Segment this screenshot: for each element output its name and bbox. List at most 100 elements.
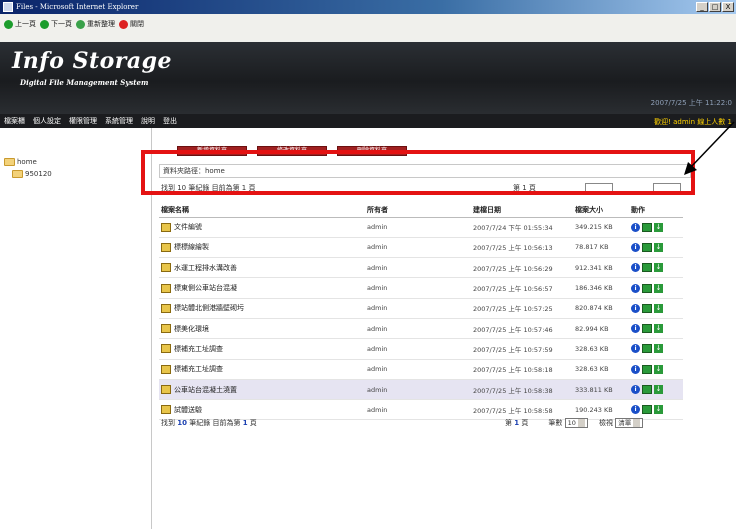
close-icon: [119, 19, 128, 29]
file-name-cell[interactable]: 試體送驗: [159, 399, 365, 421]
col-created-date[interactable]: 建檔日期: [471, 203, 573, 218]
table-row[interactable]: 標標線繪製 admin 2007/7/25 上午 10:56:13 78.817 KB…: [159, 237, 683, 259]
table-row[interactable]: 文件編號 admin 2007/7/24 下午 01:55:34 349.215 KB…: [159, 217, 683, 238]
table-row[interactable]: 標補充工址調查 admin 2007/7/25 上午 10:57:59 328.63 …: [159, 338, 683, 360]
tree-item-home[interactable]: home: [4, 158, 37, 166]
col-owner[interactable]: 所有者: [365, 203, 471, 218]
back-arrow-icon: [4, 19, 13, 29]
nav-file-cabinet[interactable]: 檔案櫃: [4, 116, 25, 126]
owner-cell: admin: [365, 298, 471, 319]
file-link[interactable]: 文件編號: [161, 222, 365, 232]
file-link[interactable]: 標東側公車站台混凝: [161, 283, 365, 293]
edit-icon[interactable]: [642, 242, 652, 252]
download-icon[interactable]: ↓: [654, 263, 663, 273]
table-row[interactable]: 標美化環境 admin 2007/7/25 上午 10:57:46 82.994 KB…: [159, 318, 683, 340]
table-row[interactable]: 水運工程排水溝改善 admin 2007/7/25 上午 10:56:29 912.3…: [159, 257, 683, 279]
download-icon[interactable]: ↓: [654, 385, 663, 395]
info-icon[interactable]: i: [631, 222, 640, 232]
download-icon[interactable]: ↓: [654, 344, 663, 354]
pager-right-page[interactable]: 1: [514, 419, 519, 427]
minimize-button[interactable]: _: [696, 2, 708, 12]
info-icon[interactable]: i: [631, 405, 640, 415]
owner-cell: admin: [365, 359, 471, 380]
file-name-cell[interactable]: 標補充工址調查: [159, 359, 365, 380]
file-name: 標補充工址調查: [174, 344, 223, 353]
view-mode-label: 檢視: [599, 419, 614, 427]
file-icon: [161, 303, 171, 313]
nav-logout[interactable]: 登出: [163, 116, 177, 126]
file-icon: [161, 364, 171, 374]
file-name-cell[interactable]: 文件編號: [159, 217, 365, 238]
file-icon: [161, 242, 171, 252]
close-window-button[interactable]: X: [722, 2, 734, 12]
info-icon[interactable]: i: [631, 385, 640, 395]
table-row[interactable]: 試體送驗 admin 2007/7/25 上午 10:58:58 190.243 KB…: [159, 399, 683, 421]
file-link[interactable]: 公車站台混凝土澆置: [161, 385, 365, 395]
info-icon[interactable]: i: [631, 324, 640, 334]
pager-bottom-summary: 找到 10 筆紀錄 目前為第 1 頁: [161, 418, 257, 428]
info-icon[interactable]: i: [631, 364, 640, 374]
download-icon[interactable]: ↓: [654, 364, 663, 374]
file-link[interactable]: 水運工程排水溝改善: [161, 263, 365, 273]
file-name-cell[interactable]: 標補充工址調查: [159, 338, 365, 360]
file-name-cell[interactable]: 標美化環境: [159, 318, 365, 340]
info-icon[interactable]: i: [631, 283, 640, 293]
nav-help[interactable]: 說明: [141, 116, 155, 126]
edit-icon[interactable]: [642, 385, 652, 395]
edit-icon[interactable]: [642, 263, 652, 273]
edit-icon[interactable]: [642, 283, 652, 293]
file-name-cell[interactable]: 標東側公車站台混凝: [159, 277, 365, 299]
pager-right-prefix: 第: [505, 419, 512, 427]
tree-item-950120[interactable]: 950120: [12, 170, 52, 178]
info-icon[interactable]: i: [631, 303, 640, 313]
download-icon[interactable]: ↓: [654, 303, 663, 313]
actions-cell: i ↓: [629, 359, 683, 380]
file-link[interactable]: 標補充工址調查: [161, 364, 365, 374]
file-name-cell[interactable]: 標站體北側港牆壁砌圬: [159, 298, 365, 319]
file-link[interactable]: 標美化環境: [161, 324, 365, 334]
date-cell: 2007/7/25 上午 10:56:57: [471, 277, 573, 299]
back-button[interactable]: 上一頁: [4, 19, 36, 29]
forward-button[interactable]: 下一頁: [40, 19, 72, 29]
nav-personal-settings[interactable]: 個人設定: [33, 116, 61, 126]
info-icon[interactable]: i: [631, 263, 640, 273]
nav-permissions[interactable]: 權限管理: [69, 116, 97, 126]
edit-icon[interactable]: [642, 222, 652, 232]
file-link[interactable]: 標標線繪製: [161, 242, 365, 252]
table-row[interactable]: 公車站台混凝土澆置 admin 2007/7/25 上午 10:58:38 333.8…: [159, 379, 683, 401]
info-icon[interactable]: i: [631, 242, 640, 252]
edit-icon[interactable]: [642, 324, 652, 334]
view-mode-select[interactable]: 清單: [615, 418, 644, 428]
date-cell: 2007/7/25 上午 10:56:13: [471, 237, 573, 259]
file-name-cell[interactable]: 水運工程排水溝改善: [159, 257, 365, 279]
download-icon[interactable]: ↓: [654, 283, 663, 293]
edit-icon[interactable]: [642, 405, 652, 415]
col-actions: 動作: [629, 203, 683, 218]
col-file-name[interactable]: 檔案名稱: [159, 203, 365, 218]
forward-label: 下一頁: [51, 20, 72, 28]
file-name-cell[interactable]: 公車站台混凝土澆置: [159, 379, 365, 401]
download-icon[interactable]: ↓: [654, 324, 663, 334]
table-row[interactable]: 標東側公車站台混凝 admin 2007/7/25 上午 10:56:57 186.3…: [159, 277, 683, 299]
file-link[interactable]: 試體送驗: [161, 405, 365, 415]
edit-icon[interactable]: [642, 344, 652, 354]
file-name-cell[interactable]: 標標線繪製: [159, 237, 365, 259]
table-row[interactable]: 標補充工址調查 admin 2007/7/25 上午 10:58:18 328.63 …: [159, 359, 683, 380]
col-file-size[interactable]: 檔案大小: [573, 203, 629, 218]
close-button[interactable]: 關閉: [119, 19, 144, 29]
file-link[interactable]: 標站體北側港牆壁砌圬: [161, 303, 365, 313]
actions-cell: i ↓: [629, 277, 683, 299]
edit-icon[interactable]: [642, 303, 652, 313]
page-size-select[interactable]: 10: [564, 418, 588, 428]
table-row[interactable]: 標站體北側港牆壁砌圬 admin 2007/7/25 上午 10:57:25 820.…: [159, 298, 683, 319]
nav-system-admin[interactable]: 系統管理: [105, 116, 133, 126]
maximize-button[interactable]: □: [709, 2, 721, 12]
edit-icon[interactable]: [642, 364, 652, 374]
date-cell: 2007/7/25 上午 10:56:29: [471, 257, 573, 279]
refresh-button[interactable]: 重新整理: [76, 19, 115, 29]
file-link[interactable]: 標補充工址調查: [161, 344, 365, 354]
info-icon[interactable]: i: [631, 344, 640, 354]
download-icon[interactable]: ↓: [654, 405, 663, 415]
download-icon[interactable]: ↓: [654, 242, 663, 252]
download-icon[interactable]: ↓: [654, 222, 663, 232]
